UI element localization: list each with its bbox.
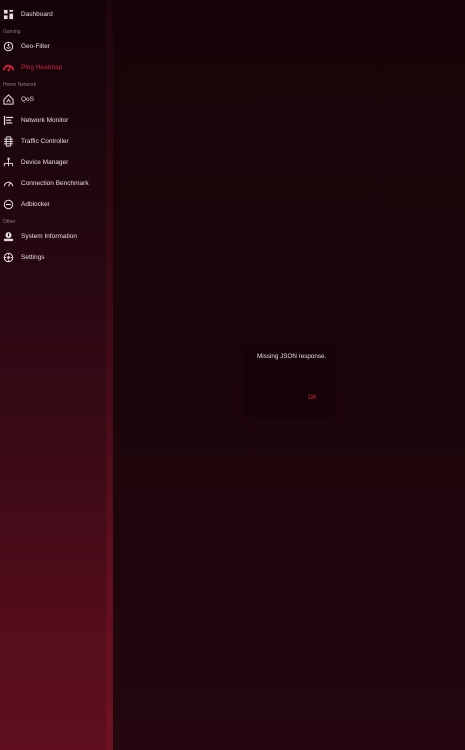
sidebar-item-label: System Information xyxy=(21,232,77,240)
sidebar-item-label: Geo-Filter xyxy=(21,42,50,50)
sidebar-item-label: Dashboard xyxy=(21,10,53,18)
network-monitor-icon xyxy=(3,115,14,126)
traffic-controller-icon xyxy=(3,135,14,147)
sidebar-item-label: Settings xyxy=(21,253,45,261)
main-footer xyxy=(113,721,465,750)
sidebar-item-label: Traffic Controller xyxy=(21,137,69,145)
sidebar-item-label: Ping Heatmap xyxy=(21,63,63,71)
geo-filter-icon xyxy=(3,41,14,52)
sidebar: Dashboard Gaming Geo-Filter Ping Heatmap… xyxy=(0,0,106,750)
sidebar-item-connection-benchmark[interactable]: Connection Benchmark xyxy=(0,173,106,193)
error-dialog: Missing JSON response. OK xyxy=(246,346,334,416)
sidebar-resize-edge xyxy=(106,0,113,750)
sidebar-item-dashboard[interactable]: Dashboard xyxy=(0,4,106,24)
sidebar-item-label: Device Manager xyxy=(21,158,69,166)
section-label-gaming: Gaming xyxy=(3,29,21,35)
ping-heatmap-icon xyxy=(3,62,14,73)
dashboard-icon xyxy=(3,9,14,20)
sidebar-item-ping-heatmap[interactable]: Ping Heatmap xyxy=(0,57,106,77)
ok-button[interactable]: OK xyxy=(308,395,317,401)
sidebar-item-network-monitor[interactable]: Network Monitor xyxy=(0,110,106,130)
sidebar-item-label: Connection Benchmark xyxy=(21,179,89,187)
device-manager-icon xyxy=(3,157,14,168)
sidebar-item-device-manager[interactable]: Device Manager xyxy=(0,152,106,172)
sidebar-item-label: Network Monitor xyxy=(21,116,69,124)
sidebar-item-settings[interactable]: Settings xyxy=(0,247,106,267)
dialog-message: Missing JSON response. xyxy=(257,353,327,360)
section-label-home-network: Home Network xyxy=(3,82,37,88)
sidebar-item-geo-filter[interactable]: Geo-Filter xyxy=(0,36,106,56)
connection-benchmark-icon xyxy=(3,178,14,189)
sidebar-item-system-information[interactable]: System Information xyxy=(0,226,106,246)
sidebar-item-qos[interactable]: QoS xyxy=(0,89,106,109)
sidebar-item-label: Adblocker xyxy=(21,200,50,208)
sidebar-item-adblocker[interactable]: Adblocker xyxy=(0,194,106,214)
adblocker-icon xyxy=(3,199,14,210)
section-label-other: Other xyxy=(3,219,16,225)
qos-icon xyxy=(3,93,14,105)
sidebar-item-traffic-controller[interactable]: Traffic Controller xyxy=(0,131,106,151)
settings-icon xyxy=(3,252,14,263)
system-information-icon xyxy=(3,231,14,242)
sidebar-item-label: QoS xyxy=(21,95,35,103)
